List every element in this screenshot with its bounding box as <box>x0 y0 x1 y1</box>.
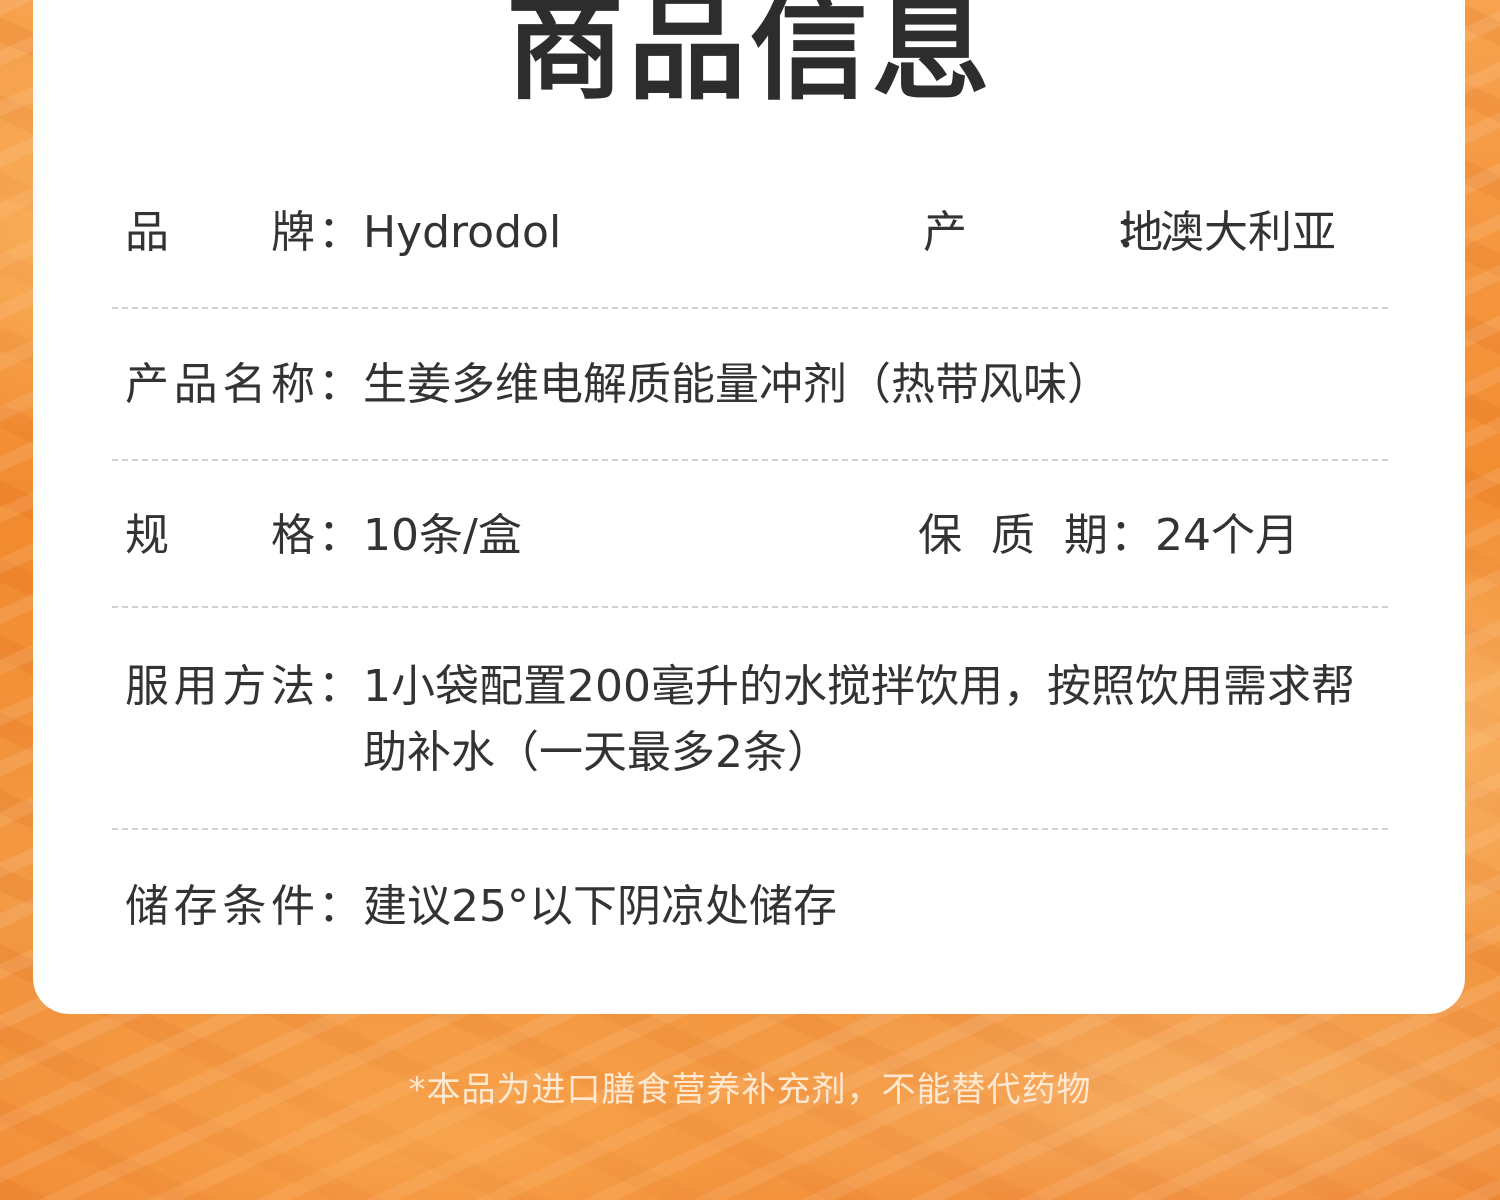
brand-value: Hydrodol <box>363 207 562 258</box>
storage-colon: ： <box>318 881 362 932</box>
origin-value: 澳大利亚 <box>1160 207 1336 258</box>
brand-colon: ： <box>318 207 362 258</box>
shelf-life-value: 24个月 <box>1155 510 1299 561</box>
usage-label: 服用方法 <box>125 661 315 712</box>
product-name-label: 产品名称 <box>125 359 315 410</box>
row-divider <box>112 459 1388 461</box>
disclaimer-footnote: *本品为进口膳食营养补充剂，不能替代药物 <box>408 1070 1092 1110</box>
row-divider <box>112 606 1388 608</box>
usage-colon: ： <box>318 661 362 712</box>
product-name-colon: ： <box>318 359 362 410</box>
shelf-life-label: 保质期 <box>918 510 1108 561</box>
page-title: 商品信息 <box>505 0 994 116</box>
spec-label: 规格 <box>125 510 315 561</box>
origin-colon: ： <box>1115 207 1159 258</box>
row-divider <box>112 828 1388 830</box>
row-divider <box>112 307 1388 309</box>
shelf-life-colon: ： <box>1110 510 1154 561</box>
spec-value: 10条/盒 <box>363 510 522 561</box>
spec-colon: ： <box>318 510 362 561</box>
product-name-value: 生姜多维电解质能量冲剂（热带风味） <box>363 359 1111 410</box>
brand-label: 品牌 <box>125 207 315 258</box>
usage-value: 1小袋配置200毫升的水搅拌饮用，按照饮用需求帮助补水（一天最多2条） <box>363 661 1355 778</box>
storage-label: 储存条件 <box>125 881 315 932</box>
storage-value: 建议25°以下阴凉处储存 <box>363 881 837 932</box>
